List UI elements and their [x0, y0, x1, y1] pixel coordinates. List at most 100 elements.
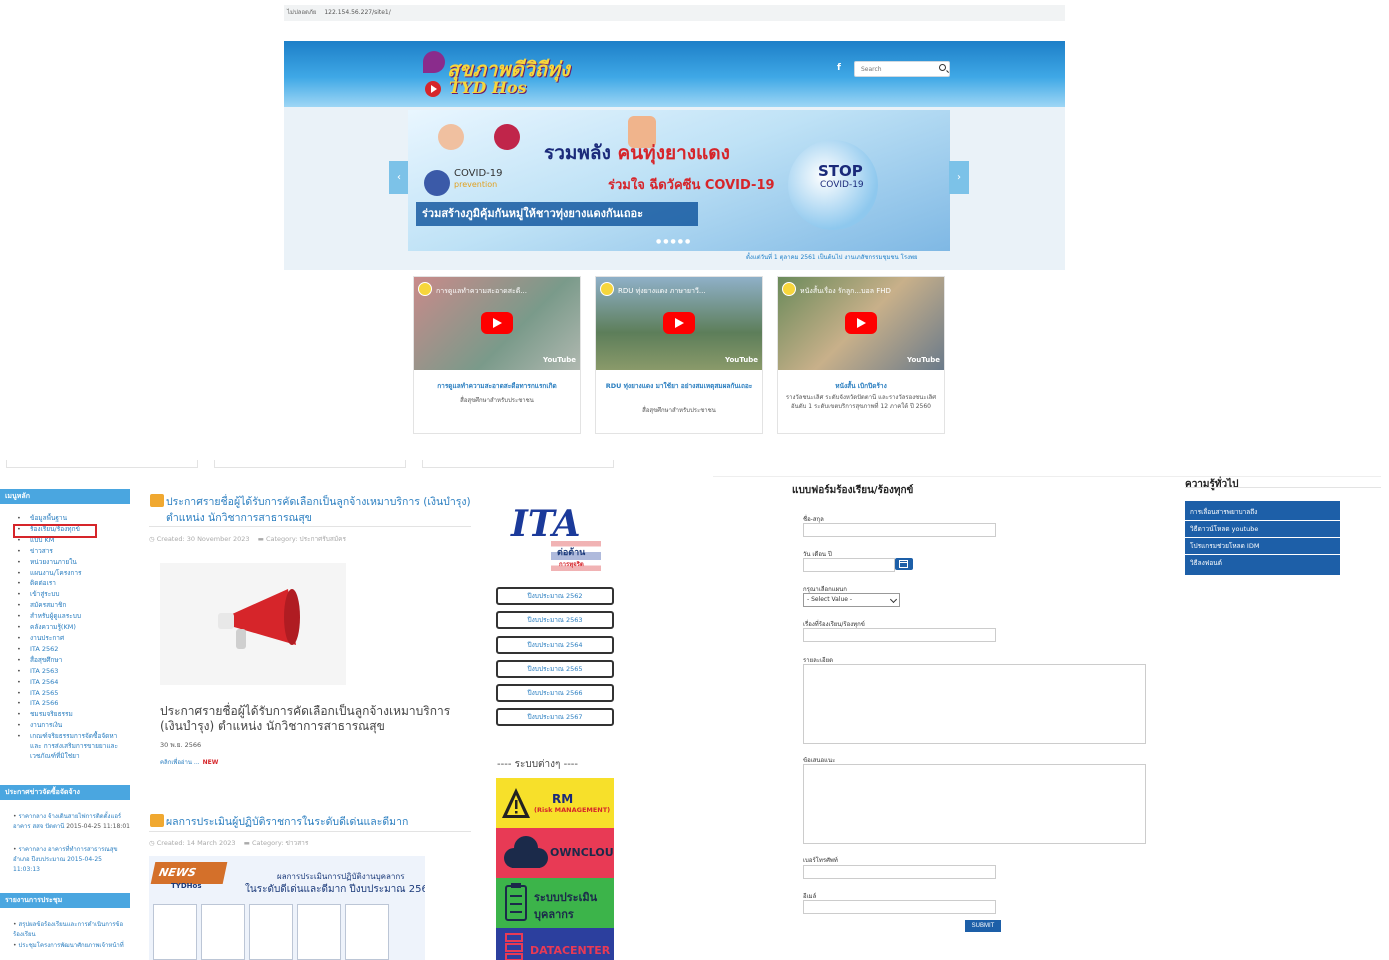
ita-year-button[interactable]: ปีงบประมาณ 2564	[496, 636, 614, 654]
youtube-logo: YouTube	[543, 356, 576, 364]
menu-item[interactable]: หน่วยงานภายใน	[14, 557, 129, 568]
new-badge: NEW	[202, 759, 219, 766]
module-tab	[6, 460, 198, 468]
play-icon[interactable]	[845, 312, 877, 334]
menu-item[interactable]: ITA 2562	[14, 644, 129, 655]
video-title-link[interactable]: การดูแลทำความสะอาดสะดือทารกแรกเกิด	[418, 381, 576, 391]
video-thumbnail[interactable]: RDU ทุ่งยางแดง ภาษายาวี... YouTube	[596, 277, 762, 370]
subject-field[interactable]	[803, 628, 996, 642]
meeting-item[interactable]: • สรุปผลข้อร้องเรียนและการดำเนินการข้อร้…	[13, 920, 130, 940]
site-logo[interactable]: สุขภาพดีวิถีทุ่ง TYD Hos	[419, 47, 570, 103]
menu-item[interactable]: ข้อมูลพื้นฐาน	[14, 513, 129, 524]
menu-item[interactable]: ITA 2564	[14, 677, 129, 688]
menu-item[interactable]: ITA 2565	[14, 688, 129, 699]
meeting-link[interactable]: ประชุมโครงการพัฒนาศักยภาพเจ้าหน้าที่	[18, 942, 123, 949]
knowledge-link[interactable]: โปรแกรมช่วยโหลด IDM	[1185, 538, 1340, 555]
read-more-link[interactable]: คลิกเพื่ออ่าน ... NEW	[160, 757, 218, 767]
suggestion-textarea[interactable]	[803, 764, 1146, 844]
play-icon[interactable]	[481, 312, 513, 334]
slider-prev-button[interactable]: ‹	[389, 161, 409, 194]
menu-item[interactable]: เข้าสู่ระบบ	[14, 589, 129, 600]
ita-logo[interactable]: ITA ต่อต้าน การทุจริต	[505, 495, 607, 577]
knowledge-link[interactable]: การเลื่อนสารพยาบาลถึง	[1185, 504, 1340, 521]
article-title[interactable]: ผลการประเมินผู้ปฏิบัติราชการในระดับดีเด่…	[166, 814, 476, 830]
video-title-link[interactable]: หนังสั้น เบิกปิดร้าง	[782, 381, 940, 391]
procurement-item[interactable]: • ราคากลาง อาคารที่ทำการสาธารณสุขอำเภอ ป…	[13, 845, 130, 875]
evaluation-label: ระบบประเมิน	[534, 891, 598, 904]
slider-dots[interactable]: ●●●●●	[656, 238, 692, 245]
document-thumbnail	[249, 904, 293, 960]
video-overlay-title: RDU ทุ่งยางแดง ภาษายาวี...	[618, 287, 706, 295]
article-category[interactable]: Category: ข่าวสาร	[252, 839, 308, 847]
divider	[1185, 487, 1381, 488]
datacenter-tile[interactable]: DATACENTER	[496, 928, 614, 960]
menu-item[interactable]: คลังความรู้(KM)	[14, 622, 129, 633]
menu-item[interactable]: สำหรับผู้ดูแลระบบ	[14, 611, 129, 622]
meeting-link[interactable]: สรุปผลข้อร้องเรียนและการดำเนินการข้อร้อง…	[13, 921, 123, 938]
menu-item[interactable]: ITA 2566	[14, 698, 129, 709]
ita-logo-text: ITA	[511, 503, 581, 545]
search-input[interactable]	[855, 62, 935, 76]
article-title[interactable]: ประกาศรายชื่อผู้ได้รับการคัดเลือกเป็นลูก…	[166, 494, 476, 526]
menu-item[interactable]: งานประกาศ	[14, 633, 129, 644]
video-card[interactable]: หนังสั้นเรื่อง รักลูก...บอล FHD YouTube …	[777, 276, 945, 434]
evaluation-tile[interactable]: ระบบประเมิน บุคลากร	[496, 878, 614, 928]
video-overlay-title: การดูแลทำความสะอาดสะดื...	[436, 287, 527, 295]
menu-item[interactable]: ITA 2563	[14, 666, 129, 677]
detail-textarea[interactable]	[803, 664, 1146, 744]
article-category[interactable]: Category: ประกาศรับสมัคร	[266, 535, 346, 543]
address-bar[interactable]: ไม่ปลอดภัย 122.154.56.227/site1/	[284, 5, 1065, 21]
department-select-value: - Select Value -	[807, 596, 853, 603]
channel-avatar	[600, 282, 614, 296]
knowledge-link[interactable]: วิธีดาวน์โหลด youtube	[1185, 521, 1340, 538]
video-description: สื่อสุขศึกษาสำหรับประชาชน	[460, 397, 534, 404]
security-warning-label: ไม่ปลอดภัย	[287, 9, 317, 16]
menu-item[interactable]: สมัครสมาชิก	[14, 600, 129, 611]
video-thumbnail[interactable]: หนังสั้นเรื่อง รักลูก...บอล FHD YouTube	[778, 277, 944, 370]
name-field[interactable]	[803, 523, 996, 537]
knowledge-link[interactable]: วิธีลงฟอนต์	[1185, 555, 1340, 572]
video-card[interactable]: RDU ทุ่งยางแดง ภาษายาวี... YouTube RDU ท…	[595, 276, 763, 434]
rm-system-tile[interactable]: RM (Risk MANAGEMENT)	[496, 778, 614, 828]
stop-covid-label: COVID-19	[820, 180, 864, 190]
procurement-item[interactable]: • ราคากลาง จ้างเดินสายไฟการติดตั้งแอร์ อ…	[13, 812, 130, 832]
prevention-label: prevention	[454, 180, 498, 189]
menu-item[interactable]: ชมรมจริยธรรม	[14, 709, 129, 720]
ita-year-button[interactable]: ปีงบประมาณ 2566	[496, 684, 614, 702]
search-icon[interactable]	[939, 64, 946, 71]
email-field[interactable]	[803, 900, 996, 914]
ita-year-button[interactable]: ปีงบประมาณ 2567	[496, 708, 614, 726]
menu-item[interactable]: สื่อสุขศึกษา	[14, 655, 129, 666]
phone-field[interactable]	[803, 865, 996, 879]
video-thumbnail[interactable]: การดูแลทำความสะอาดสะดื... YouTube	[414, 277, 580, 370]
menu-item[interactable]: เกณฑ์จริยธรรมการจัดซื้อจัดหา และ การส่งเ…	[14, 731, 129, 761]
menu-item[interactable]: ติดต่อเรา	[14, 578, 129, 589]
video-title-link[interactable]: RDU ทุ่งยางแดง มาใช้ยา อย่างสมเหตุสมผลกั…	[600, 381, 758, 391]
play-icon[interactable]	[663, 312, 695, 334]
systems-heading: ---- ระบบต่างๆ ----	[497, 759, 579, 770]
menu-item[interactable]: ข่าวสาร	[14, 546, 129, 557]
meeting-item[interactable]: • ประชุมโครงการพัฒนาศักยภาพเจ้าหน้าที่	[13, 941, 130, 951]
slider-next-button[interactable]: ›	[949, 161, 969, 194]
video-description: สื่อสุขศึกษาสำหรับประชาชน	[642, 407, 716, 414]
form-title: แบบฟอร์มร้องเรียน/ร้องทุกข์	[792, 485, 914, 496]
read-more-text[interactable]: คลิกเพื่ออ่าน ...	[160, 759, 200, 766]
owncloud-tile[interactable]: OWNCLOUD	[496, 828, 614, 878]
procurement-link[interactable]: ราคากลาง อาคารที่ทำการสาธารณสุขอำเภอ ปีง…	[13, 846, 118, 873]
ita-year-button[interactable]: ปีงบประมาณ 2563	[496, 611, 614, 629]
article-icon	[150, 494, 164, 507]
ita-year-button[interactable]: ปีงบประมาณ 2565	[496, 660, 614, 678]
knowledge-list: การเลื่อนสารพยาบาลถึง วิธีดาวน์โหลด yout…	[1185, 501, 1340, 575]
ita-year-button[interactable]: ปีงบประมาณ 2562	[496, 587, 614, 605]
article-icon	[150, 814, 164, 827]
date-field[interactable]	[803, 558, 895, 572]
article-meta: ◷ Created: 30 November 2023 ▬ Category: …	[149, 535, 346, 543]
slide-image[interactable]: รวมพลัง คนทุ่งยางแดง COVID-19 prevention…	[408, 110, 950, 251]
calendar-button[interactable]	[895, 558, 913, 570]
menu-item[interactable]: งานการเงิน	[14, 720, 129, 731]
facebook-icon[interactable]: f	[837, 63, 841, 73]
department-select[interactable]: - Select Value -	[803, 593, 900, 607]
menu-item[interactable]: แผนงาน/โครงการ	[14, 568, 129, 579]
video-card[interactable]: การดูแลทำความสะอาดสะดื... YouTube การดูแ…	[413, 276, 581, 434]
submit-button[interactable]: SUBMIT	[965, 920, 1001, 932]
